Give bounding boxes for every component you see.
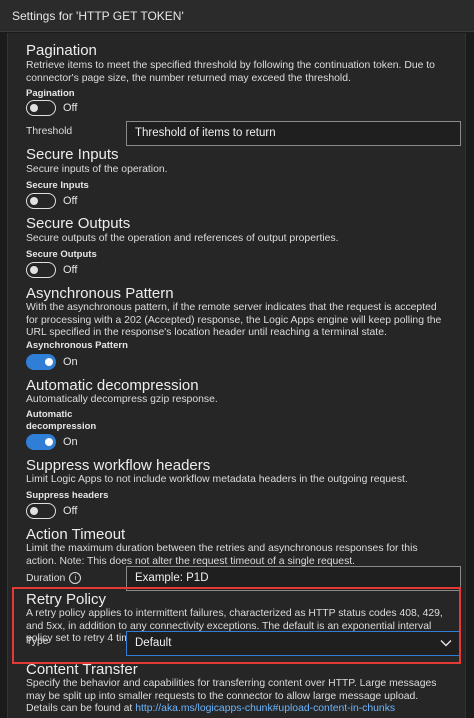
async-pattern-toggle-label: Asynchronous Pattern bbox=[26, 340, 128, 351]
pagination-toggle[interactable] bbox=[26, 100, 56, 116]
secure-inputs-description: Secure inputs of the operation. bbox=[26, 164, 168, 175]
toggle-knob bbox=[45, 357, 53, 366]
toggle-knob bbox=[30, 265, 38, 274]
duration-label-row: Duration i bbox=[26, 572, 121, 585]
threshold-input[interactable]: Threshold of items to return bbox=[126, 121, 461, 146]
decompression-toggle[interactable] bbox=[26, 434, 56, 450]
decompression-heading: Automatic decompression bbox=[26, 377, 199, 394]
async-pattern-heading: Asynchronous Pattern bbox=[26, 285, 174, 302]
pagination-heading: Pagination bbox=[26, 42, 97, 59]
secure-outputs-description: Secure outputs of the operation and refe… bbox=[26, 233, 339, 244]
secure-outputs-toggle[interactable] bbox=[26, 262, 56, 278]
suppress-headers-heading: Suppress workflow headers bbox=[26, 457, 211, 474]
chevron-down-icon bbox=[440, 640, 452, 647]
toggle-knob bbox=[45, 437, 53, 446]
secure-inputs-toggle-state: Off bbox=[63, 195, 78, 207]
duration-label: Duration bbox=[26, 572, 66, 584]
decompression-toggle-state: On bbox=[63, 436, 78, 448]
secure-inputs-heading: Secure Inputs bbox=[26, 146, 119, 163]
action-timeout-description: Limit the maximum duration between the r… bbox=[26, 543, 418, 567]
secure-inputs-toggle[interactable] bbox=[26, 193, 56, 209]
decompression-toggle-label-line2: decompression bbox=[26, 421, 97, 432]
retry-policy-heading: Retry Policy bbox=[26, 591, 107, 608]
settings-title-bar: Settings for 'HTTP GET TOKEN' bbox=[0, 0, 474, 32]
threshold-label: Threshold bbox=[26, 126, 73, 137]
secure-inputs-toggle-label: Secure Inputs bbox=[26, 180, 89, 191]
threshold-placeholder: Threshold of items to return bbox=[135, 127, 276, 139]
suppress-headers-toggle-state: Off bbox=[63, 505, 78, 517]
duration-placeholder: Example: P1D bbox=[135, 572, 209, 584]
retry-type-select[interactable]: Default bbox=[126, 631, 461, 656]
window-title: Settings for 'HTTP GET TOKEN' bbox=[12, 9, 184, 23]
content-transfer-heading: Content Transfer bbox=[26, 661, 138, 678]
toggle-knob bbox=[30, 103, 38, 112]
content-transfer-link[interactable]: http://aka.ms/logicapps-chunk#upload-con… bbox=[135, 703, 395, 714]
decompression-toggle-label-line1: Automatic bbox=[26, 409, 73, 420]
content-transfer-description-block: Specify the behavior and capabilities fo… bbox=[26, 678, 451, 716]
action-timeout-heading: Action Timeout bbox=[26, 526, 126, 543]
suppress-headers-toggle-label: Suppress headers bbox=[26, 490, 109, 501]
secure-outputs-toggle-state: Off bbox=[63, 264, 78, 276]
secure-outputs-heading: Secure Outputs bbox=[26, 215, 131, 232]
suppress-headers-description: Limit Logic Apps to not include workflow… bbox=[26, 474, 408, 485]
info-icon[interactable]: i bbox=[69, 572, 82, 584]
suppress-headers-toggle[interactable] bbox=[26, 503, 56, 519]
async-pattern-toggle-state: On bbox=[63, 356, 78, 368]
secure-outputs-toggle-label: Secure Outputs bbox=[26, 249, 97, 260]
pagination-toggle-state: Off bbox=[63, 102, 78, 114]
settings-panel: Pagination Retrieve items to meet the sp… bbox=[7, 33, 466, 718]
decompression-description: Automatically decompress gzip response. bbox=[26, 394, 218, 405]
async-pattern-toggle[interactable] bbox=[26, 354, 56, 370]
toggle-knob bbox=[30, 506, 38, 515]
retry-type-value: Default bbox=[135, 637, 172, 649]
async-pattern-description: With the asynchronous pattern, if the re… bbox=[26, 302, 442, 339]
duration-input[interactable]: Example: P1D bbox=[126, 566, 461, 591]
pagination-toggle-label: Pagination bbox=[26, 88, 75, 99]
toggle-knob bbox=[30, 196, 38, 205]
pagination-description: Retrieve items to meet the specified thr… bbox=[26, 60, 435, 84]
retry-type-label: Type bbox=[26, 636, 49, 647]
